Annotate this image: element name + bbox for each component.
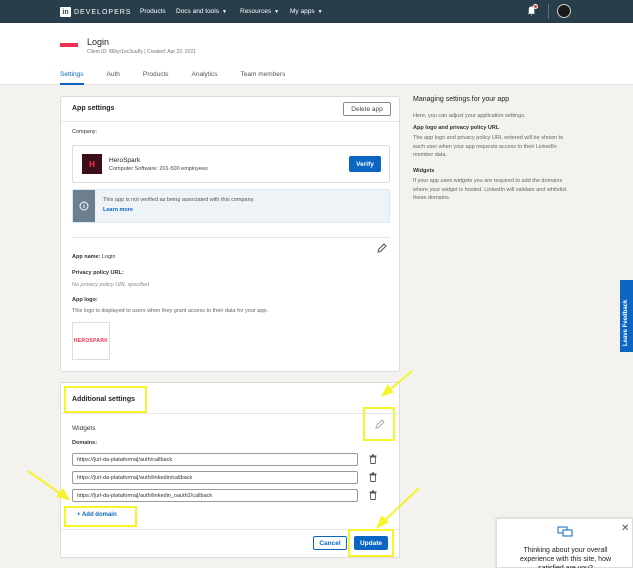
arrow-line [27,470,65,497]
arrow-head [380,384,394,397]
arrow-line [381,487,420,524]
leave-feedback-label: Leave Feedback [623,299,629,346]
survey-question: Thinking about your overall experience w… [519,547,612,568]
survey-popup: ✕ Thinking about your overall experience… [496,518,633,568]
chat-bubbles-icon [557,526,573,537]
leave-feedback-tab[interactable]: Leave Feedback [620,280,633,352]
arrow-head [56,488,71,501]
annotation-arrows [27,370,420,530]
close-icon[interactable]: ✕ [621,523,629,534]
